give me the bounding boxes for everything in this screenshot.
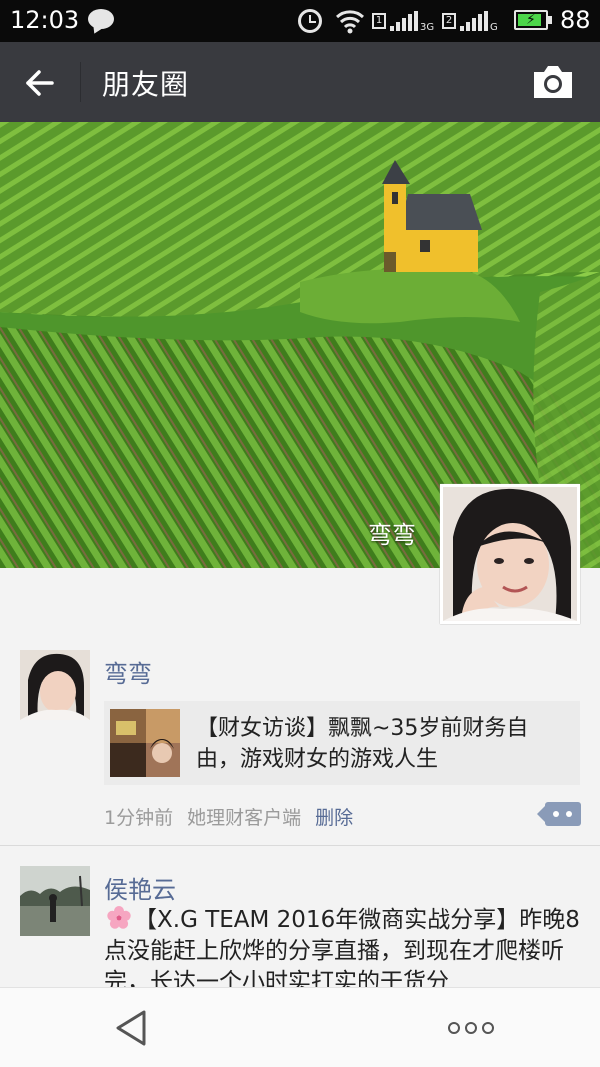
triangle-back-icon[interactable] [112,1008,148,1048]
post-separator [0,845,600,846]
signal-icon-2: 2 G [442,11,512,33]
battery-percent: 88 [560,6,591,34]
title-bar: 朋友圈 [0,42,600,122]
alarm-icon [298,9,322,33]
arrow-left-icon[interactable] [20,62,62,104]
link-title: 【财女访谈】飘飘~35岁前财务自由，游戏财女的游戏人生 [196,716,529,772]
battery-charging-icon: ⚡ [514,10,552,30]
link-thumbnail [110,709,180,777]
post-meta: 1分钟前 她理财客户端 删除 [104,803,353,830]
status-bar: 12:03 1 3G 2 G ⚡ 88 [0,0,600,42]
profile-avatar[interactable] [440,484,580,624]
post-text-content: 【X.G TEAM 2016年微商实战分享】昨晚8点没能赶上欣烨的分享直播，到现… [104,907,580,995]
avatar[interactable] [20,866,90,936]
more-dots-icon[interactable] [448,1021,494,1035]
post-time: 1分钟前 [104,807,174,829]
shared-link-card[interactable]: 【财女访谈】飘飘~35岁前财务自由，游戏财女的游戏人生 [104,701,580,785]
signal-icon: 1 3G [372,11,442,33]
delete-button[interactable]: 删除 [315,807,353,829]
status-time: 12:03 [10,6,80,34]
sim1-network: 3G [420,22,435,33]
avatar[interactable] [20,650,90,720]
sim2-network: G [490,22,498,33]
sim2-label: 2 [442,13,456,29]
sim1-label: 1 [372,13,386,29]
post-author[interactable]: 侯艳云 [104,870,176,905]
post-text: 【X.G TEAM 2016年微商实战分享】昨晚8点没能赶上欣烨的分享直播，到现… [104,905,580,998]
post-author[interactable]: 弯弯 [104,654,152,689]
title-divider [80,62,81,102]
camera-icon[interactable] [530,62,576,102]
cherry-blossom-icon [107,906,131,929]
bottom-nav-bar [0,987,600,1067]
wifi-icon [336,10,364,34]
post-source[interactable]: 她理财客户端 [187,807,301,829]
chat-notification-icon [88,9,114,29]
page-title: 朋友圈 [102,68,190,101]
cover-user-name: 弯弯 [368,521,416,549]
comment-more-icon[interactable] [537,802,581,826]
